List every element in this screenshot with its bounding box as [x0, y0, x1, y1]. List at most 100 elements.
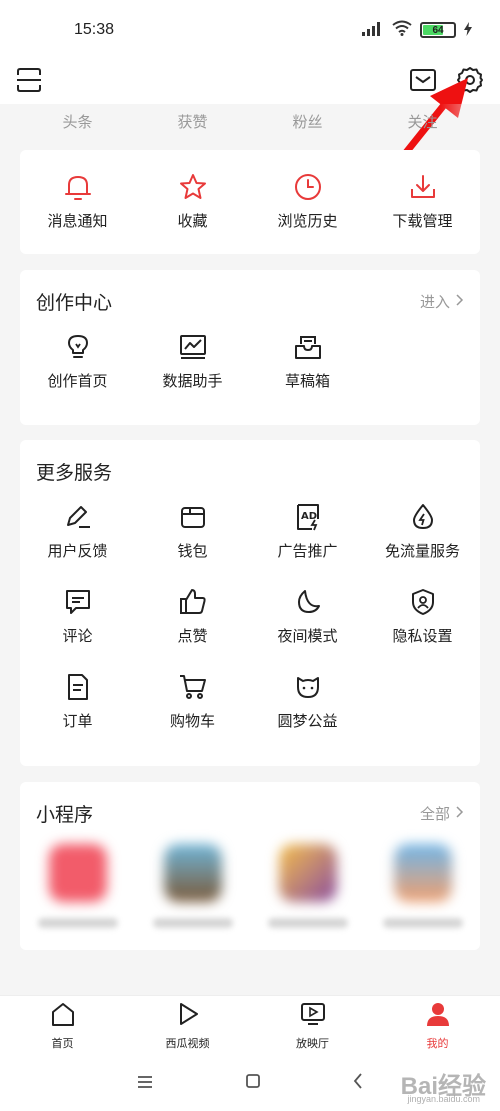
battery-level: 64 — [432, 24, 444, 36]
service-label: 点赞 — [177, 627, 208, 645]
scan-icon[interactable] — [16, 68, 42, 96]
creator-center-grid: 创作首页 数据助手 草稿箱 — [20, 332, 480, 391]
quick-action-notifications[interactable]: 消息通知 — [20, 172, 135, 231]
nav-label: 我的 — [426, 1036, 449, 1050]
signal-icon — [362, 21, 384, 40]
quick-action-label: 下载管理 — [392, 212, 453, 230]
creator-center-enter-link[interactable]: 进入 — [420, 291, 464, 312]
stat-likes[interactable]: 获赞 — [177, 111, 207, 132]
stat-following[interactable]: 关注 — [407, 111, 437, 132]
mini-program-item[interactable] — [20, 844, 135, 928]
drafts-item[interactable]: 草稿箱 — [250, 332, 365, 391]
all-link-label: 全部 — [419, 804, 450, 823]
mini-program-item[interactable] — [135, 844, 250, 928]
service-label: 购物车 — [169, 712, 215, 730]
clock-icon — [293, 172, 323, 202]
creator-center-card: 创作中心 进入 创作首页 数据助手 草稿箱 — [20, 270, 480, 425]
service-label: 评论 — [62, 627, 93, 645]
mini-program-thumbnail — [393, 844, 452, 902]
service-comments[interactable]: 评论 — [20, 587, 135, 646]
chevron-right-icon — [456, 804, 464, 822]
moon-icon — [293, 587, 323, 617]
quick-action-label: 收藏 — [177, 212, 208, 230]
service-label: 隐私设置 — [392, 627, 453, 645]
quick-actions-grid: 消息通知 收藏 浏览历史 下载管理 — [20, 150, 480, 231]
charging-icon — [464, 21, 472, 40]
bottom-navigation: 首页 西瓜视频 放映厅 我的 — [0, 995, 500, 1055]
menu-icon[interactable] — [136, 1074, 154, 1093]
status-icons: 64 — [362, 20, 472, 40]
mini-program-thumbnail — [278, 844, 337, 902]
stat-toutiao[interactable]: 头条 — [62, 111, 92, 132]
more-services-title: 更多服务 — [36, 461, 113, 484]
ad-icon: AD — [293, 502, 323, 532]
back-icon[interactable] — [352, 1072, 364, 1094]
service-label: 订单 — [62, 712, 93, 730]
creator-home-item[interactable]: 创作首页 — [20, 332, 135, 391]
service-label: 用户反馈 — [47, 542, 108, 560]
service-ads[interactable]: AD 广告推广 — [250, 502, 365, 561]
service-likes[interactable]: 点赞 — [135, 587, 250, 646]
nav-screening-hall[interactable]: 放映厅 — [250, 1001, 375, 1051]
wifi-icon — [392, 20, 412, 40]
draft-box-icon — [293, 332, 323, 362]
comment-icon — [63, 587, 93, 617]
creator-item-label: 数据助手 — [162, 372, 223, 390]
service-night-mode[interactable]: 夜间模式 — [250, 587, 365, 646]
mini-program-label — [267, 918, 348, 928]
creator-center-title: 创作中心 — [36, 291, 113, 314]
nav-label: 西瓜视频 — [165, 1036, 210, 1050]
service-cart[interactable]: 购物车 — [135, 672, 250, 731]
more-services-header: 更多服务 — [20, 440, 480, 502]
bell-icon — [63, 172, 93, 202]
mini-program-item[interactable] — [365, 844, 480, 928]
service-privacy[interactable]: 隐私设置 — [365, 587, 480, 646]
profile-stats: 头条 获赞 粉丝 关注 — [0, 104, 500, 138]
quick-actions-card: 消息通知 收藏 浏览历史 下载管理 — [20, 150, 480, 254]
service-charity[interactable]: 圆梦公益 — [250, 672, 365, 731]
mini-program-label — [382, 918, 463, 928]
mini-programs-title: 小程序 — [36, 803, 94, 826]
service-free-data[interactable]: 免流量服务 — [365, 502, 480, 561]
status-bar: 15:38 64 — [0, 0, 500, 60]
service-feedback[interactable]: 用户反馈 — [20, 502, 135, 561]
home-square-icon[interactable] — [245, 1073, 261, 1093]
nav-mine[interactable]: 我的 — [375, 1001, 500, 1051]
service-wallet[interactable]: 钱包 — [135, 502, 250, 561]
watermark-url: jingyan.baidu.com — [407, 1094, 480, 1104]
chart-icon — [178, 332, 208, 362]
data-assistant-item[interactable]: 数据助手 — [135, 332, 250, 391]
service-label: 广告推广 — [277, 542, 338, 560]
pen-icon — [63, 502, 93, 532]
quick-action-downloads[interactable]: 下载管理 — [365, 172, 480, 231]
home-icon — [50, 1001, 76, 1031]
tv-icon — [300, 1001, 326, 1031]
quick-action-history[interactable]: 浏览历史 — [250, 172, 365, 231]
creator-item-label: 创作首页 — [47, 372, 108, 390]
more-services-card: 更多服务 用户反馈 钱包 AD 广告推广 免流量服务 评论 点赞 夜间模式 隐私… — [20, 440, 480, 766]
service-label: 夜间模式 — [277, 627, 338, 645]
mini-program-item[interactable] — [250, 844, 365, 928]
water-drop-icon — [408, 502, 438, 532]
mini-program-thumbnail — [163, 844, 222, 902]
person-icon — [425, 1001, 451, 1031]
creator-center-header: 创作中心 进入 — [20, 270, 480, 332]
star-icon — [178, 172, 208, 202]
enter-link-label: 进入 — [419, 292, 450, 311]
nav-xigua-video[interactable]: 西瓜视频 — [125, 1001, 250, 1051]
service-label: 免流量服务 — [384, 542, 460, 560]
nav-home[interactable]: 首页 — [0, 1001, 125, 1051]
nav-label: 首页 — [51, 1036, 74, 1050]
service-orders[interactable]: 订单 — [20, 672, 135, 731]
quick-action-favorites[interactable]: 收藏 — [135, 172, 250, 231]
mini-programs-row — [20, 844, 480, 928]
quick-action-label: 浏览历史 — [277, 212, 338, 230]
cat-face-icon — [293, 672, 323, 702]
service-label: 钱包 — [177, 542, 208, 560]
cart-icon — [178, 672, 208, 702]
stat-fans[interactable]: 粉丝 — [292, 111, 322, 132]
battery-indicator: 64 — [420, 22, 456, 38]
shield-user-icon — [408, 587, 438, 617]
mini-programs-all-link[interactable]: 全部 — [420, 803, 464, 824]
mini-programs-header: 小程序 全部 — [20, 782, 480, 844]
